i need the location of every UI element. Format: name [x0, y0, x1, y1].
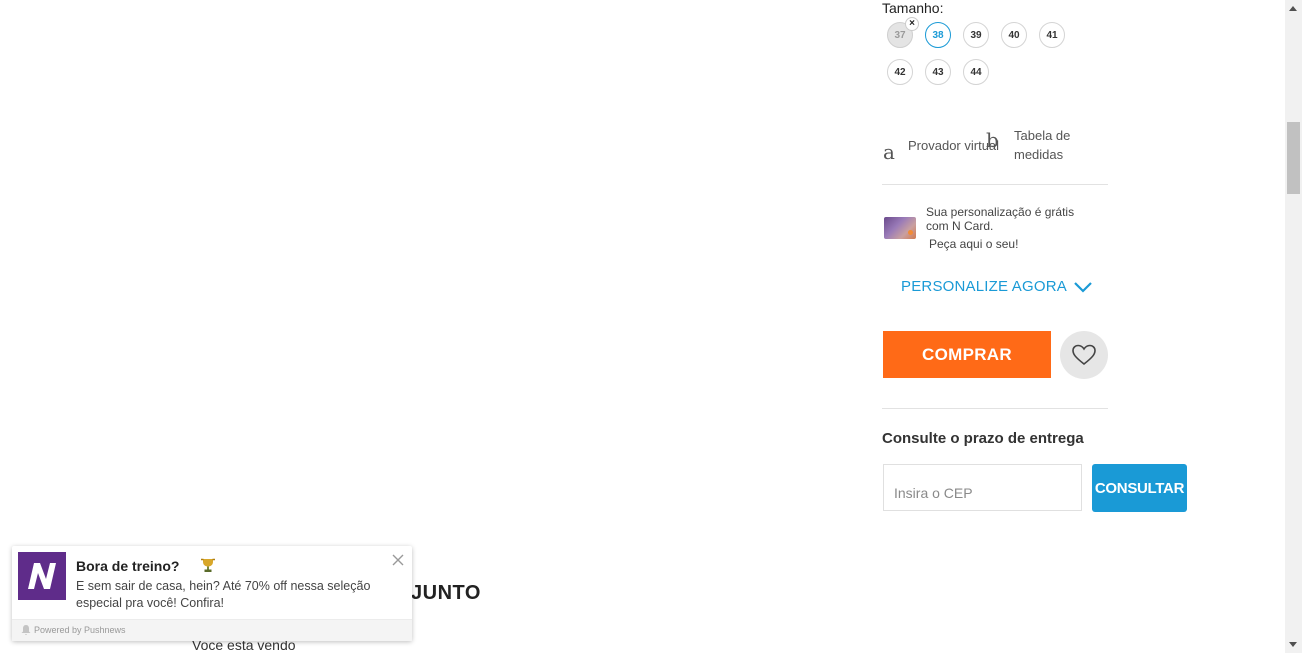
- virtual-fitting-icon[interactable]: a: [883, 140, 895, 164]
- size-option-43[interactable]: 43: [925, 59, 951, 85]
- size-option-39[interactable]: 39: [963, 22, 989, 48]
- buy-button[interactable]: COMPRAR: [883, 331, 1051, 378]
- size-label: Tamanho:: [882, 0, 944, 16]
- trophy-icon: [201, 558, 215, 572]
- wishlist-button[interactable]: [1060, 331, 1108, 379]
- size-chart-link-line1[interactable]: Tabela de: [1014, 128, 1070, 143]
- scrollbar[interactable]: [1285, 0, 1302, 653]
- personalize-now-link[interactable]: PERSONALIZE AGORA: [901, 278, 1067, 295]
- size-chart-link-line2[interactable]: medidas: [1014, 147, 1063, 162]
- unavailable-mark-icon: ×: [905, 17, 919, 31]
- size-chart-icon[interactable]: b: [986, 128, 999, 152]
- divider: [882, 408, 1108, 409]
- size-option-41[interactable]: 41: [1039, 22, 1065, 48]
- cep-input[interactable]: [883, 464, 1082, 511]
- push-footer-text: Powered by Pushnews: [34, 625, 126, 635]
- push-footer: Powered by Pushnews: [12, 619, 412, 641]
- scroll-down-icon[interactable]: [1289, 642, 1297, 647]
- divider: [882, 184, 1108, 185]
- close-icon[interactable]: [392, 554, 404, 566]
- push-notification[interactable]: Bora de treino? E sem sair de casa, hein…: [12, 546, 412, 641]
- scroll-up-icon[interactable]: [1289, 6, 1297, 11]
- size-option-40[interactable]: 40: [1001, 22, 1027, 48]
- chevron-down-icon[interactable]: [1073, 280, 1093, 294]
- ncard-order-link[interactable]: Peça aqui o seu!: [929, 237, 1018, 251]
- section-heading: JUNTO: [411, 582, 481, 604]
- bell-icon: [21, 625, 31, 635]
- heart-icon: [1072, 344, 1096, 366]
- ncard-promo-line2: com N Card.: [926, 219, 994, 233]
- size-option-38[interactable]: 38: [925, 22, 951, 48]
- netshoes-logo: [18, 552, 66, 600]
- ncard-image: [884, 217, 916, 239]
- size-option-42[interactable]: 42: [887, 59, 913, 85]
- push-body: E sem sair de casa, hein? Até 70% off ne…: [76, 579, 371, 610]
- shipping-title: Consulte o prazo de entrega: [882, 430, 1084, 447]
- size-option-37: 37 ×: [887, 17, 919, 48]
- scrollbar-thumb[interactable]: [1287, 122, 1300, 194]
- ncard-promo-line1: Sua personalização é grátis: [926, 205, 1075, 219]
- consult-button[interactable]: CONSULTAR: [1092, 464, 1187, 512]
- push-title: Bora de treino?: [76, 558, 180, 574]
- size-option-44[interactable]: 44: [963, 59, 989, 85]
